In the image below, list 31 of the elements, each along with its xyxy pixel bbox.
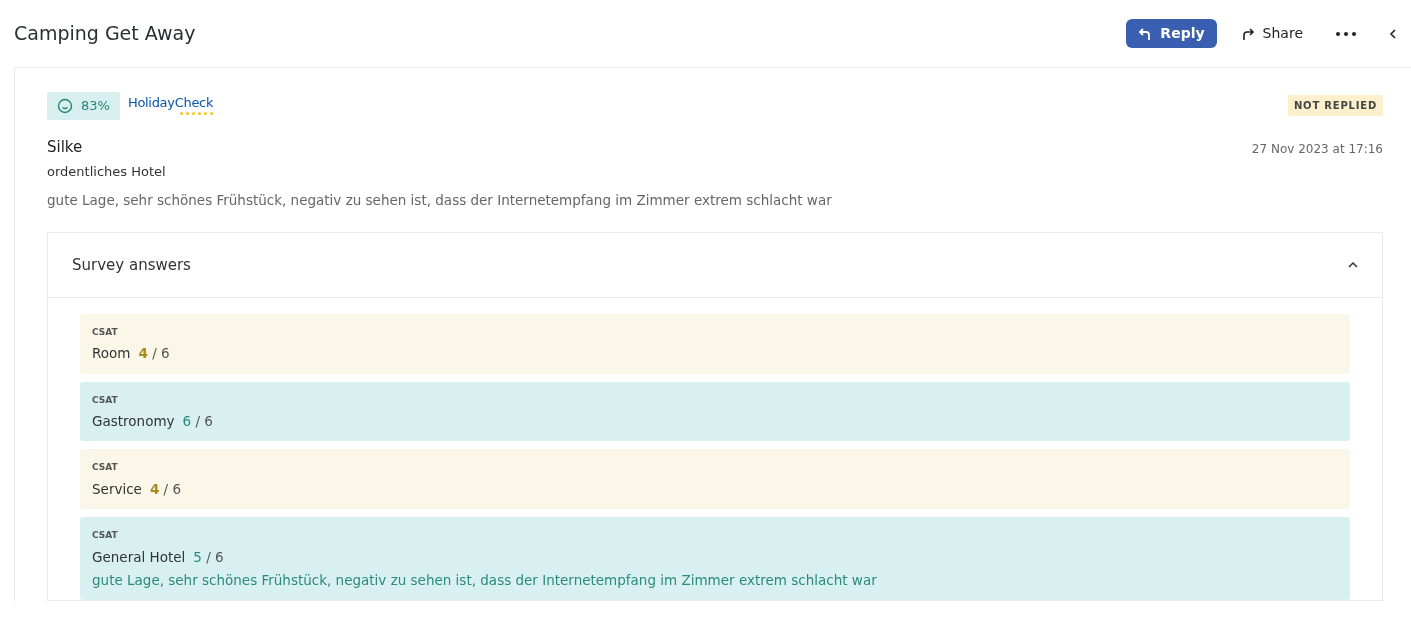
review-text: gute Lage, sehr schönes Frühstück, negativ zu sehen ist, dass der Internetempfang im Zimmer extrem schlacht war: [47, 190, 833, 210]
answer-label: Room: [92, 344, 131, 364]
answer-score: 4 / 6: [149, 479, 182, 499]
answer-label: Gastronomy: [92, 412, 175, 431]
review-title: ordentliches Hotel: [47, 163, 167, 181]
answer-type: CSAT: [92, 325, 119, 339]
survey-title: Survey answers: [72, 254, 191, 276]
page-title: Camping Get Away: [14, 22, 196, 45]
reply-arrow-icon: [1138, 26, 1153, 41]
survey-header[interactable]: Survey answers: [48, 232, 1382, 298]
more-icon[interactable]: [1335, 30, 1357, 37]
chevron-left-icon[interactable]: [1389, 27, 1397, 40]
answer-type: CSAT: [92, 393, 119, 407]
answer-label: General Hotel: [92, 547, 186, 567]
answer-score: 4 / 6: [138, 344, 170, 364]
share-button[interactable]: Share: [1232, 19, 1311, 48]
status-label: NOT REPLIED: [1287, 95, 1383, 117]
answer-score: 5 / 6: [193, 547, 224, 567]
sentiment-score: 83%: [47, 92, 120, 120]
caret-up-icon[interactable]: [1348, 261, 1358, 268]
author-name: Silke: [47, 136, 83, 158]
answer-type: CSAT: [92, 461, 119, 475]
reply-button[interactable]: Reply: [1126, 19, 1217, 48]
answer-label: Service: [92, 479, 142, 499]
share-arrow-icon: [1240, 26, 1255, 41]
answer-type: CSAT: [92, 529, 119, 542]
answer-score: 6 / 6: [182, 412, 213, 431]
smiley-icon: [57, 97, 73, 114]
answer-comment: gute Lage, sehr schönes Frühstück, negativ zu sehen ist, dass der Internetempfang im Zimmer extrem schlacht war: [92, 570, 878, 590]
review-date: 27 Nov 2023 at 17:16: [1251, 140, 1383, 158]
source-logo: HolidayCheck: [127, 96, 214, 116]
